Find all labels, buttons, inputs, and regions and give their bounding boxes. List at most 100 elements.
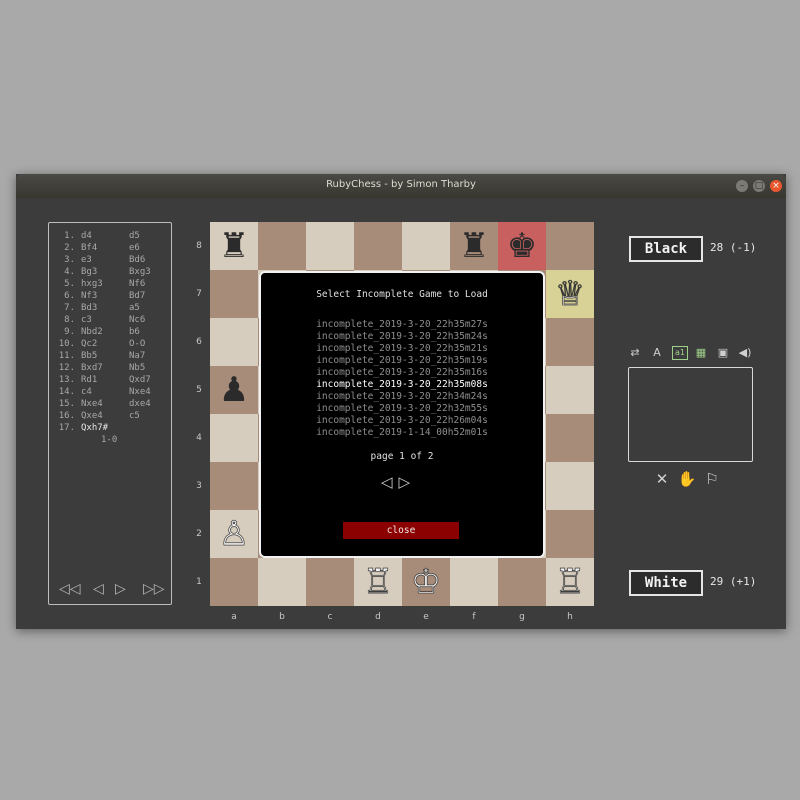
black-piece-g8[interactable]: ♚ [498, 222, 546, 270]
nav-first-icon[interactable]: ◁◁ [59, 581, 81, 597]
saved-game-item[interactable]: incomplete_2019-3-20_22h35m08s [261, 379, 543, 391]
square-d8[interactable] [354, 222, 402, 270]
square-h6[interactable] [546, 318, 594, 366]
saved-game-item[interactable]: incomplete_2019-3-20_22h35m21s [261, 343, 543, 355]
square-b8[interactable] [258, 222, 306, 270]
saved-game-item[interactable]: incomplete_2019-3-20_22h35m16s [261, 367, 543, 379]
saved-game-item[interactable]: incomplete_2019-3-20_22h35m19s [261, 355, 543, 367]
board-theme-icon[interactable]: ▦ [694, 346, 708, 360]
move-number: 10. [58, 339, 75, 349]
black-move[interactable]: Nb5 [129, 363, 145, 373]
font-size-icon[interactable]: A [650, 346, 664, 360]
black-move[interactable]: d5 [129, 231, 140, 241]
black-move[interactable]: a5 [129, 303, 140, 313]
square-g1[interactable] [498, 558, 546, 606]
black-move[interactable]: Bxg3 [129, 267, 151, 277]
nav-prev-icon[interactable]: ◁ [93, 581, 104, 597]
coordinates-icon[interactable]: a1 [672, 346, 688, 360]
sound-icon[interactable]: ◀) [738, 346, 752, 360]
black-move[interactable]: e6 [129, 243, 140, 253]
saved-game-item[interactable]: incomplete_2019-3-20_22h35m24s [261, 331, 543, 343]
close-window-icon[interactable]: × [770, 180, 782, 192]
white-move[interactable]: e3 [81, 255, 92, 265]
square-h8[interactable] [546, 222, 594, 270]
square-a6[interactable] [210, 318, 258, 366]
white-piece-e1[interactable]: ♔ [402, 558, 450, 606]
black-move[interactable]: Na7 [129, 351, 145, 361]
black-piece-a5[interactable]: ♟ [210, 366, 258, 414]
white-move[interactable]: Qxh7# [81, 423, 108, 433]
save-icon[interactable]: ▣ [716, 346, 730, 360]
black-move[interactable]: Bd7 [129, 291, 145, 301]
white-move[interactable]: Bd3 [81, 303, 97, 313]
file-label: b [279, 612, 285, 622]
white-move[interactable]: Bf4 [81, 243, 97, 253]
white-move[interactable]: Bb5 [81, 351, 97, 361]
white-move[interactable]: Qc2 [81, 339, 97, 349]
black-piece-a8[interactable]: ♜ [210, 222, 258, 270]
saved-game-item[interactable]: incomplete_2019-3-20_22h35m27s [261, 319, 543, 331]
load-game-dialog: Select Incomplete Game to Load incomplet… [259, 271, 545, 558]
move-number: 2. [64, 243, 75, 253]
square-h3[interactable] [546, 462, 594, 510]
white-move[interactable]: Rd1 [81, 375, 97, 385]
prev-page-icon[interactable]: ◁ [381, 473, 393, 491]
nav-next-icon[interactable]: ▷ [115, 581, 126, 597]
black-piece-f8[interactable]: ♜ [450, 222, 498, 270]
white-move[interactable]: c3 [81, 315, 92, 325]
white-move[interactable]: Bxd7 [81, 363, 103, 373]
close-button[interactable]: close [343, 522, 459, 539]
white-move[interactable]: c4 [81, 387, 92, 397]
black-move[interactable]: Nxe4 [129, 387, 151, 397]
black-move[interactable]: Bd6 [129, 255, 145, 265]
saved-game-item[interactable]: incomplete_2019-1-14_00h52m01s [261, 427, 543, 439]
game-result: 1-0 [101, 435, 118, 445]
black-move[interactable]: O-O [129, 339, 145, 349]
page-nav: ◁ ▷ [381, 473, 416, 491]
white-move[interactable]: hxg3 [81, 279, 103, 289]
surrender-flag-icon[interactable]: ⚐ [702, 470, 722, 488]
black-move[interactable]: c5 [129, 411, 140, 421]
square-a4[interactable] [210, 414, 258, 462]
white-piece-h7[interactable]: ♕ [546, 270, 594, 318]
black-move[interactable]: b6 [129, 327, 140, 337]
saved-game-item[interactable]: incomplete_2019-3-20_22h34m24s [261, 391, 543, 403]
minimize-icon[interactable]: – [736, 180, 748, 192]
square-a7[interactable] [210, 270, 258, 318]
black-move[interactable]: Qxd7 [129, 375, 151, 385]
next-page-icon[interactable]: ▷ [399, 473, 411, 491]
white-move[interactable]: Nf3 [81, 291, 97, 301]
black-move[interactable]: Nc6 [129, 315, 145, 325]
square-a3[interactable] [210, 462, 258, 510]
white-piece-d1[interactable]: ♖ [354, 558, 402, 606]
saved-game-item[interactable]: incomplete_2019-3-20_22h26m04s [261, 415, 543, 427]
white-move[interactable]: Qxe4 [81, 411, 103, 421]
square-h2[interactable] [546, 510, 594, 558]
flip-board-icon[interactable]: ⇄ [628, 346, 642, 360]
rank-label: 7 [196, 289, 202, 299]
file-label: a [231, 612, 237, 622]
move-number: 11. [58, 351, 75, 361]
square-h5[interactable] [546, 366, 594, 414]
saved-game-item[interactable]: incomplete_2019-3-20_22h32m55s [261, 403, 543, 415]
white-piece-h1[interactable]: ♖ [546, 558, 594, 606]
black-move[interactable]: Nf6 [129, 279, 145, 289]
white-move[interactable]: Bg3 [81, 267, 97, 277]
square-f1[interactable] [450, 558, 498, 606]
file-label: d [375, 612, 381, 622]
square-c1[interactable] [306, 558, 354, 606]
resign-swords-icon[interactable]: ✕ [652, 470, 672, 488]
white-piece-a2[interactable]: ♙ [210, 510, 258, 558]
maximize-icon[interactable]: □ [753, 180, 765, 192]
square-e8[interactable] [402, 222, 450, 270]
square-a1[interactable] [210, 558, 258, 606]
nav-last-icon[interactable]: ▷▷ [143, 581, 165, 597]
square-c8[interactable] [306, 222, 354, 270]
white-move[interactable]: Nxe4 [81, 399, 103, 409]
offer-draw-hand-icon[interactable]: ✋ [677, 470, 697, 488]
black-move[interactable]: dxe4 [129, 399, 151, 409]
square-h4[interactable] [546, 414, 594, 462]
square-b1[interactable] [258, 558, 306, 606]
white-move[interactable]: d4 [81, 231, 92, 241]
white-move[interactable]: Nbd2 [81, 327, 103, 337]
